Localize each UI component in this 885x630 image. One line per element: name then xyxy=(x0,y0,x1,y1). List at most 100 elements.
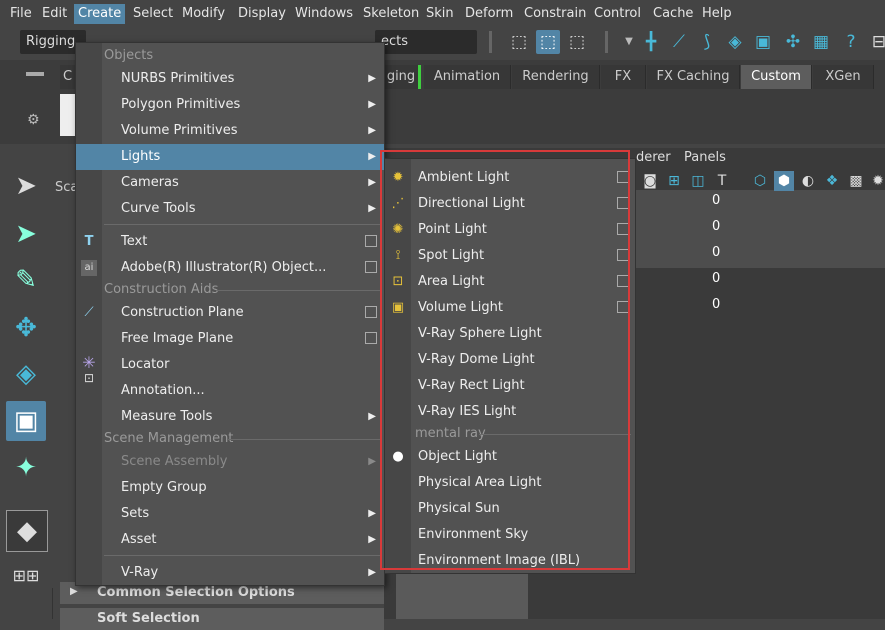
menu-item-lights[interactable]: Lights ▶ xyxy=(76,144,384,170)
snap-view-icon[interactable]: ◈ xyxy=(724,31,746,53)
lasso-tool-icon[interactable]: ➤ xyxy=(6,214,46,254)
menu-item-free-image-plane[interactable]: Free Image Plane xyxy=(76,326,384,352)
paint-select-icon[interactable]: ✎ xyxy=(6,260,46,300)
menu-item-vray[interactable]: V-Ray ▶ xyxy=(76,560,384,586)
option-box-icon[interactable] xyxy=(365,261,377,273)
menu-deform[interactable]: Deform xyxy=(461,4,517,24)
menu-control[interactable]: Control xyxy=(590,4,645,24)
submenu-item-volume-light[interactable]: ▣ Volume Light xyxy=(385,295,635,321)
viewport-menu-panels[interactable]: Panels xyxy=(684,150,726,165)
viewport-menu-renderer[interactable]: derer xyxy=(636,150,671,165)
menu-modify[interactable]: Modify xyxy=(178,4,229,24)
menu-item-illustrator-object[interactable]: ai Adobe(R) Illustrator(R) Object... xyxy=(76,255,384,281)
menu-windows[interactable]: Windows xyxy=(291,4,357,24)
menu-item-locator[interactable]: ✳ Locator xyxy=(76,352,384,378)
smooth-shade-icon[interactable]: ⬢ xyxy=(774,171,794,191)
submenu-item-ambient-light[interactable]: ✹ Ambient Light xyxy=(385,165,635,191)
option-box-icon[interactable] xyxy=(617,249,629,261)
option-box-icon[interactable] xyxy=(365,332,377,344)
grid-icon[interactable]: ⊞ xyxy=(664,171,684,191)
menu-item-volume-primitives[interactable]: Volume Primitives ▶ xyxy=(76,118,384,144)
shadow-icon[interactable]: ◐ xyxy=(798,171,818,191)
submenu-item-environment-sky[interactable]: Environment Sky xyxy=(385,522,635,548)
submenu-item-vray-sphere-light[interactable]: V-Ray Sphere Light xyxy=(385,321,635,347)
menu-item-empty-group[interactable]: Empty Group xyxy=(76,475,384,501)
menu-skin[interactable]: Skin xyxy=(422,4,458,24)
option-box-icon[interactable] xyxy=(617,197,629,209)
menu-help[interactable]: Help xyxy=(698,4,736,24)
wireframe-icon[interactable]: ⬡ xyxy=(750,171,770,191)
camera-icon[interactable]: ◙ xyxy=(640,171,660,191)
menu-select[interactable]: Select xyxy=(129,4,177,24)
submenu-item-directional-light[interactable]: ⋰ Directional Light xyxy=(385,191,635,217)
submenu-item-object-light[interactable]: ● Object Light xyxy=(385,444,635,470)
layout-icon[interactable]: ⊞⊞ xyxy=(6,556,46,596)
menu-item-annotation[interactable]: ⊡ Annotation... xyxy=(76,371,384,404)
checker-icon[interactable]: ▩ xyxy=(846,171,866,191)
menu-item-construction-plane[interactable]: ⟋ Construction Plane xyxy=(76,300,384,326)
rotate-tool-icon[interactable]: ◈ xyxy=(6,354,46,394)
single-view-icon[interactable]: ◆ xyxy=(6,510,48,552)
menu-edit[interactable]: Edit xyxy=(38,4,71,24)
lock-icon[interactable]: ⊟ xyxy=(868,31,885,53)
shelf-tab-left[interactable]: C xyxy=(60,65,76,89)
submenu-item-environment-image-ibl[interactable]: Environment Image (IBL) xyxy=(385,548,635,574)
option-box-icon[interactable] xyxy=(365,235,377,247)
menu-item-asset[interactable]: Asset ▶ xyxy=(76,527,384,553)
shelf-tab-animation[interactable]: Animation xyxy=(424,65,511,89)
submenu-item-vray-ies-light[interactable]: V-Ray IES Light xyxy=(385,399,635,425)
light-icon[interactable]: ✹ xyxy=(868,171,885,191)
submenu-item-area-light[interactable]: ⊡ Area Light xyxy=(385,269,635,295)
shelf-tab-xgen[interactable]: XGen xyxy=(813,65,874,89)
select-component-icon[interactable]: ⬚ xyxy=(566,31,588,53)
menu-item-nurbs-primitives[interactable]: NURBS Primitives ▶ xyxy=(76,66,384,92)
option-box-icon[interactable] xyxy=(617,223,629,235)
menu-item-measure-tools[interactable]: Measure Tools ▶ xyxy=(76,404,384,430)
snap-curve-icon[interactable]: ⟋ xyxy=(668,31,690,53)
select-by-object-button[interactable]: ⬚ xyxy=(536,30,560,54)
menu-display[interactable]: Display xyxy=(234,4,290,24)
render-icon[interactable]: ▦ xyxy=(810,31,832,53)
menu-file[interactable]: File xyxy=(6,4,36,24)
menu-item-polygon-primitives[interactable]: Polygon Primitives ▶ xyxy=(76,92,384,118)
shelf-tab-fx-caching[interactable]: FX Caching xyxy=(647,65,740,89)
text-icon[interactable]: T xyxy=(712,171,732,191)
shelf-menu-icon[interactable] xyxy=(26,72,44,76)
option-box-icon[interactable] xyxy=(365,306,377,318)
shelf-tab-rigging[interactable]: ging xyxy=(384,65,419,89)
menu-skeleton[interactable]: Skeleton xyxy=(359,4,423,24)
shelf-tab-rendering[interactable]: Rendering xyxy=(512,65,600,89)
objects-field[interactable]: ects xyxy=(375,30,477,54)
submenu-item-vray-dome-light[interactable]: V-Ray Dome Light xyxy=(385,347,635,373)
menu-item-curve-tools[interactable]: Curve Tools ▶ xyxy=(76,196,384,222)
menu-create[interactable]: Create xyxy=(74,4,126,24)
submenu-item-vray-rect-light[interactable]: V-Ray Rect Light xyxy=(385,373,635,399)
universal-manipulator-icon[interactable]: ✦ xyxy=(6,448,46,488)
xray-icon[interactable]: ❖ xyxy=(822,171,842,191)
submenu-item-physical-area-light[interactable]: Physical Area Light xyxy=(385,470,635,496)
chevron-down-icon[interactable]: ▼ xyxy=(618,31,640,53)
menu-item-text[interactable]: T Text xyxy=(76,229,384,255)
move-tool-icon[interactable]: ✥ xyxy=(6,308,46,348)
snap-surface-icon[interactable]: ▣ xyxy=(752,31,774,53)
submenu-item-physical-sun[interactable]: Physical Sun xyxy=(385,496,635,522)
gear-icon[interactable]: ⚙ xyxy=(27,112,43,128)
option-box-icon[interactable] xyxy=(617,275,629,287)
select-tool-icon[interactable]: ➤ xyxy=(6,166,46,206)
select-by-hierarchy-icon[interactable]: ⬚ xyxy=(508,31,530,53)
menu-item-cameras[interactable]: Cameras ▶ xyxy=(76,170,384,196)
menu-item-sets[interactable]: Sets ▶ xyxy=(76,501,384,527)
submenu-item-spot-light[interactable]: ⟟ Spot Light xyxy=(385,243,635,269)
snap-vertex-icon[interactable]: ✣ xyxy=(782,31,804,53)
scale-tool-icon[interactable]: ▣ xyxy=(6,401,46,441)
help-icon[interactable]: ? xyxy=(840,31,862,53)
snap-point-icon[interactable]: ⟆ xyxy=(696,31,718,53)
snap-grid-icon[interactable]: ╋ xyxy=(640,31,662,53)
frame-soft-selection[interactable]: Soft Selection xyxy=(60,608,384,630)
shelf-button[interactable] xyxy=(60,94,75,136)
shelf-tab-custom[interactable]: Custom xyxy=(741,65,812,89)
option-box-icon[interactable] xyxy=(617,171,629,183)
option-box-icon[interactable] xyxy=(617,301,629,313)
shelf-tab-fx[interactable]: FX xyxy=(601,65,646,89)
film-gate-icon[interactable]: ◫ xyxy=(688,171,708,191)
